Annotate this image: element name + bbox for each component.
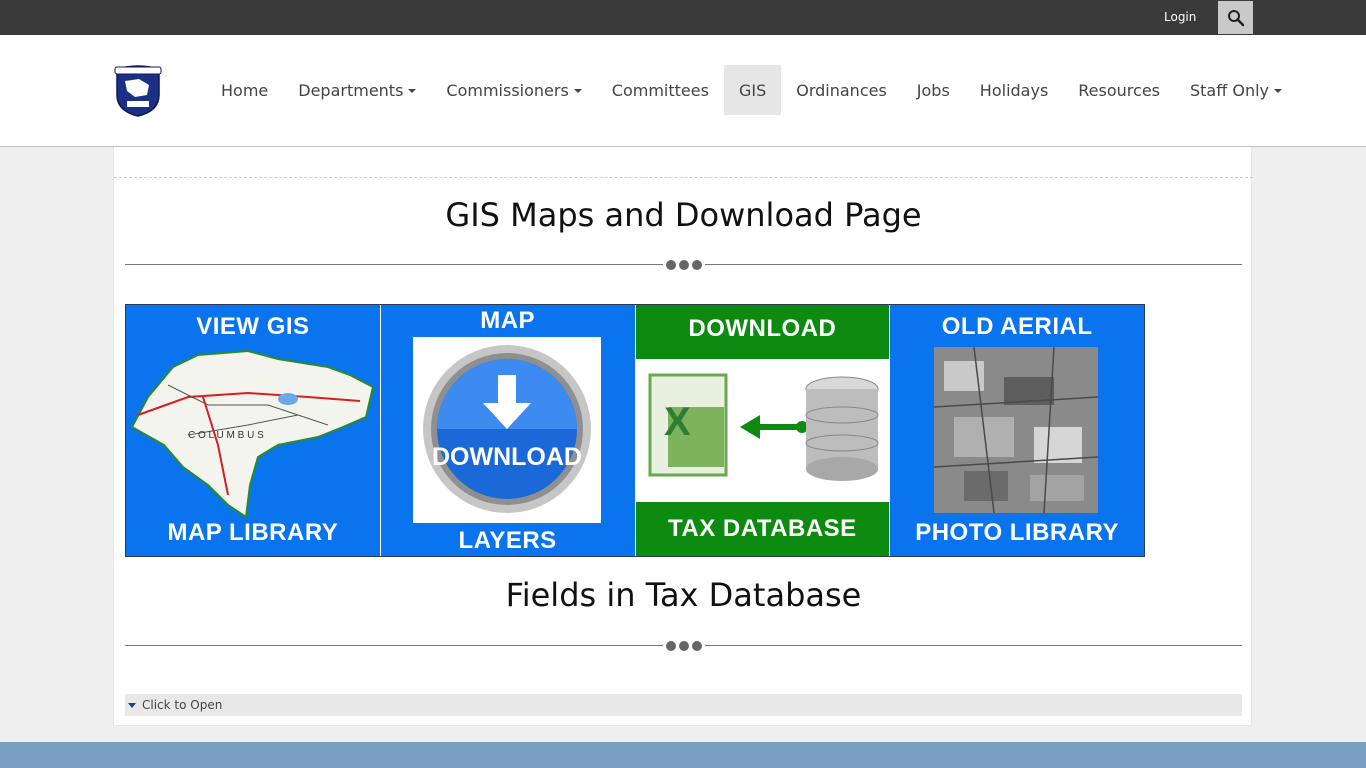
- tile-top-label: DOWNLOAD: [688, 315, 837, 342]
- login-link[interactable]: Login: [1164, 10, 1196, 24]
- site-header: Home Departments Commissioners Committee…: [0, 35, 1366, 147]
- nav-jobs-label: Jobs: [916, 80, 950, 100]
- caret-down-icon: [408, 89, 417, 93]
- nav-committees-label: Committees: [611, 80, 709, 100]
- main-nav: Home Departments Commissioners Committee…: [206, 65, 1297, 115]
- map-layers-download-tile[interactable]: MAP DOWNLOAD LAYERS: [380, 305, 635, 556]
- nav-committees[interactable]: Committees: [597, 65, 724, 115]
- tile-top-label: OLD AERIAL: [941, 313, 1093, 340]
- download-icon: DOWNLOAD: [422, 345, 591, 513]
- county-seal-logo[interactable]: [113, 65, 163, 117]
- view-gis-map-library-tile[interactable]: VIEW GIS C O L U M B U S MAP LIBRARY: [126, 305, 380, 556]
- page-title: GIS Maps and Download Page: [445, 196, 922, 234]
- nav-commissioners-label: Commissioners: [446, 80, 569, 100]
- accordion-label: Click to Open: [142, 698, 223, 712]
- download-icon-frame: DOWNLOAD: [412, 337, 601, 523]
- nav-ordinances[interactable]: Ordinances: [781, 65, 902, 115]
- download-tax-database-tile[interactable]: DOWNLOAD X TAX DATABASE: [635, 305, 890, 556]
- tile-bottom-label: LAYERS: [458, 527, 557, 554]
- footer-bar: [0, 742, 1366, 768]
- nav-gis[interactable]: GIS: [723, 65, 782, 115]
- nav-jobs[interactable]: Jobs: [902, 65, 965, 115]
- county-map-icon: C O L U M B U S: [130, 349, 375, 517]
- section-title: Fields in Tax Database: [505, 576, 862, 614]
- nav-departments-label: Departments: [298, 80, 404, 100]
- tax-fields-accordion-toggle[interactable]: Click to Open: [125, 694, 1242, 716]
- nav-resources-label: Resources: [1078, 80, 1160, 100]
- top-bar: Login: [0, 0, 1366, 35]
- old-aerial-photo-library-tile[interactable]: OLD AERIAL PHOTO LIBRARY: [890, 305, 1144, 556]
- nav-staff-only-label: Staff Only: [1190, 80, 1269, 100]
- search-button[interactable]: [1218, 1, 1253, 34]
- title-separator: [125, 259, 1242, 271]
- svg-text:C O L U M B U S: C O L U M B U S: [188, 430, 264, 441]
- excel-database-icon: X: [648, 373, 878, 481]
- nav-home[interactable]: Home: [206, 65, 283, 115]
- content-panel: GIS Maps and Download Page VIEW GIS C O …: [113, 147, 1253, 726]
- tile-bottom-label: TAX DATABASE: [668, 515, 857, 542]
- nav-commissioners[interactable]: Commissioners: [431, 65, 596, 115]
- dashed-divider: [114, 177, 1253, 178]
- download-icon-label: DOWNLOAD: [432, 443, 582, 471]
- nav-departments[interactable]: Departments: [283, 65, 431, 115]
- gis-tile-grid: VIEW GIS C O L U M B U S MAP LIBRARY MAP: [125, 304, 1145, 557]
- nav-holidays[interactable]: Holidays: [965, 65, 1063, 115]
- nav-ordinances-label: Ordinances: [796, 80, 887, 100]
- nav-holidays-label: Holidays: [979, 80, 1049, 100]
- tile-bottom-label: MAP LIBRARY: [167, 519, 339, 546]
- nav-staff-only[interactable]: Staff Only: [1175, 65, 1297, 115]
- nav-resources[interactable]: Resources: [1063, 65, 1175, 115]
- tile-top-label: MAP: [480, 307, 536, 334]
- caret-down-icon: [128, 702, 136, 708]
- search-icon: [1227, 9, 1244, 26]
- nav-home-label: Home: [221, 80, 269, 100]
- svg-text:X: X: [664, 400, 691, 444]
- tile-top-label: VIEW GIS: [196, 313, 310, 340]
- section-separator: [125, 640, 1242, 652]
- nav-gis-label: GIS: [738, 80, 767, 100]
- caret-down-icon: [1274, 89, 1282, 93]
- aerial-photo-image: [934, 347, 1099, 513]
- tile-bottom-label: PHOTO LIBRARY: [915, 519, 1120, 546]
- caret-down-icon: [573, 89, 582, 93]
